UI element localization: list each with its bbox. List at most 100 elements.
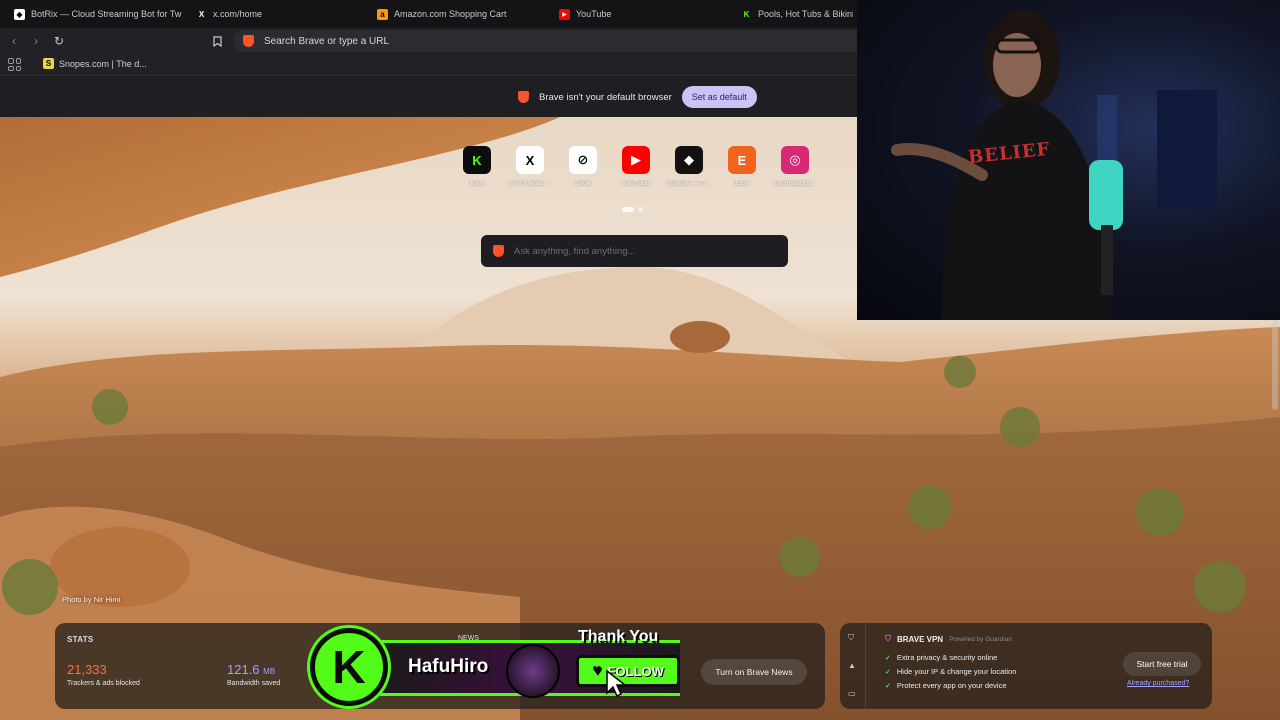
check-icon: ✓ [885, 668, 891, 676]
back-arrow-icon: ‹ [12, 34, 16, 48]
top-site-icon: ◆ [675, 146, 703, 174]
photo-credit[interactable]: Photo by Nir Himi [62, 595, 120, 604]
search-box[interactable]: Ask anything, find anything... [481, 235, 788, 267]
bookmark-label: Snopes.com | The d... [59, 58, 147, 69]
page-scrollbar[interactable] [1272, 320, 1278, 410]
x-icon: X [198, 9, 205, 19]
bookmark-snopes[interactable]: S Snopes.com | The d... [43, 58, 147, 69]
set-as-default-button[interactable]: Set as default [681, 86, 757, 108]
top-site-label: X. It's what ... [509, 180, 551, 187]
address-bar-placeholder: Search Brave or type a URL [264, 35, 390, 47]
tab-title: Pools, Hot Tubs & Bikinis [758, 9, 853, 19]
trackers-blocked-value: 21,333 [67, 662, 107, 677]
bookmark-button[interactable] [209, 33, 225, 49]
top-site-icon: ▶ [622, 146, 650, 174]
forward-arrow-icon: › [34, 34, 38, 48]
tab-title: YouTube [576, 9, 612, 19]
vpn-feature-text: Hide your IP & change your location [896, 667, 1017, 676]
back-button[interactable]: ‹ [6, 33, 22, 49]
top-sites-pager[interactable] [622, 207, 643, 212]
follow-button: ♥ FOLLOW [576, 655, 680, 687]
botrix-icon: ◆ [14, 8, 25, 20]
trackers-blocked-label: Trackers & ads blocked [67, 680, 140, 687]
top-site-label: BotRix — C... [667, 180, 711, 187]
search-placeholder: Ask anything, find anything... [514, 245, 636, 257]
follower-name: HafuHiro [408, 656, 489, 677]
tab-kick[interactable]: K Pools, Hot Tubs & Bikinis [741, 4, 853, 24]
vpn-header: ⛉ BRAVE VPN Powered by Guardian [885, 634, 1012, 644]
top-site-label: Grok [575, 180, 591, 187]
top-site-icon: K [463, 146, 491, 174]
turn-on-brave-news-button[interactable]: Turn on Brave News [701, 659, 807, 685]
top-site-icon: ◎ [781, 146, 809, 174]
vpn-feature: ✓ Protect every app on your device [885, 681, 1007, 690]
amazon-icon: a [377, 8, 388, 20]
vpn-title: BRAVE VPN [897, 634, 944, 644]
bandwidth-saved-value: 121.6 MB [227, 662, 275, 677]
reload-icon: ↻ [53, 34, 65, 48]
top-site-label: YouTube [622, 180, 650, 187]
tab-x[interactable]: X x.com/home [196, 4, 356, 24]
stats-title: STATS [67, 635, 94, 644]
bandwidth-unit: MB [263, 667, 276, 676]
follow-alert-overlay: K HafuHiro Thank You ♥ FOLLOW [310, 628, 686, 710]
pager-dot[interactable] [638, 207, 643, 212]
bandwidth-number: 121.6 [227, 662, 260, 677]
brave-lion-icon [243, 35, 254, 47]
kick-icon: K [743, 9, 750, 19]
top-site-tile[interactable]: ◆ BotRix — C... [668, 146, 710, 187]
address-bar[interactable]: Search Brave or type a URL [233, 30, 873, 52]
thank-you-text: Thank You [578, 628, 659, 645]
browser-window: ◆ BotRix — Cloud Streaming Bot for Tw X … [0, 0, 1280, 720]
card-icon[interactable]: ▭ [848, 689, 858, 699]
streamer-silhouette [891, 10, 1217, 320]
banner-text: Brave isn't your default browser [539, 91, 672, 103]
check-icon: ✓ [885, 682, 891, 690]
top-site-tile[interactable]: K Kick [460, 146, 494, 187]
shield-icon[interactable]: ⛉ [848, 633, 858, 643]
widget-rail: ⛉ ▲ ▭ [840, 623, 866, 709]
top-site-label: (3) Instagra... [774, 180, 816, 187]
vpn-feature: ✓ Extra privacy & security online [885, 653, 997, 662]
top-site-tile[interactable]: E Etsy [725, 146, 759, 187]
youtube-icon: ▶ [559, 8, 570, 20]
vpn-widget: ⛉ ▲ ▭ ⛉ BRAVE VPN Powered by Guardian ✓ E… [840, 623, 1212, 709]
snopes-icon: S [43, 58, 54, 69]
top-site-tile[interactable]: ◎ (3) Instagra... [774, 146, 816, 187]
top-site-tile[interactable]: ⊘ Grok [566, 146, 600, 187]
webcam-overlay [857, 0, 1280, 320]
top-site-icon: E [728, 146, 756, 174]
top-site-tile[interactable]: ▶ YouTube [619, 146, 653, 187]
tab-amazon[interactable]: a Amazon.com Shopping Cart [377, 4, 537, 24]
mouse-cursor-icon [606, 670, 626, 698]
tab-title: BotRix — Cloud Streaming Bot for Tw [31, 9, 182, 19]
start-free-trial-button[interactable]: Start free trial [1123, 652, 1201, 676]
top-site-tile[interactable]: X X. It's what ... [509, 146, 551, 187]
top-site-label: Kick [470, 180, 484, 187]
already-purchased-link[interactable]: Already purchased? [1127, 680, 1189, 687]
top-site-icon: ⊘ [569, 146, 597, 174]
channel-badge-icon [506, 644, 560, 698]
tab-title: x.com/home [213, 9, 263, 19]
heart-icon: ♥ [592, 662, 602, 679]
pager-dot-active[interactable] [622, 207, 634, 212]
top-site-label: Etsy [735, 180, 749, 187]
tab-youtube[interactable]: ▶ YouTube [559, 4, 719, 24]
top-site-icon: X [516, 146, 544, 174]
reload-button[interactable]: ↻ [51, 33, 67, 49]
top-sites: K Kick X X. It's what ... ⊘ Grok ▶ YouTube ◆ BotR… [460, 146, 816, 187]
bandwidth-saved-label: Bandwidth saved [227, 680, 281, 687]
vpn-feature-text: Protect every app on your device [896, 681, 1007, 690]
forward-button[interactable]: › [28, 33, 44, 49]
tab-title: Amazon.com Shopping Cart [394, 9, 507, 19]
apps-grid-icon[interactable] [8, 58, 21, 71]
vpn-logo-icon: ⛉ [885, 634, 891, 643]
vpn-feature-text: Extra privacy & security online [896, 653, 998, 662]
bookmark-icon [212, 35, 222, 47]
vpn-tab-icon[interactable]: ▲ [848, 661, 858, 671]
brave-lion-icon [518, 91, 529, 103]
tab-botrix[interactable]: ◆ BotRix — Cloud Streaming Bot for Tw [14, 4, 182, 24]
vpn-feature: ✓ Hide your IP & change your location [885, 667, 1016, 676]
kick-logo-icon: K [310, 628, 388, 706]
vpn-powered-by: Powered by Guardian [949, 635, 1012, 643]
